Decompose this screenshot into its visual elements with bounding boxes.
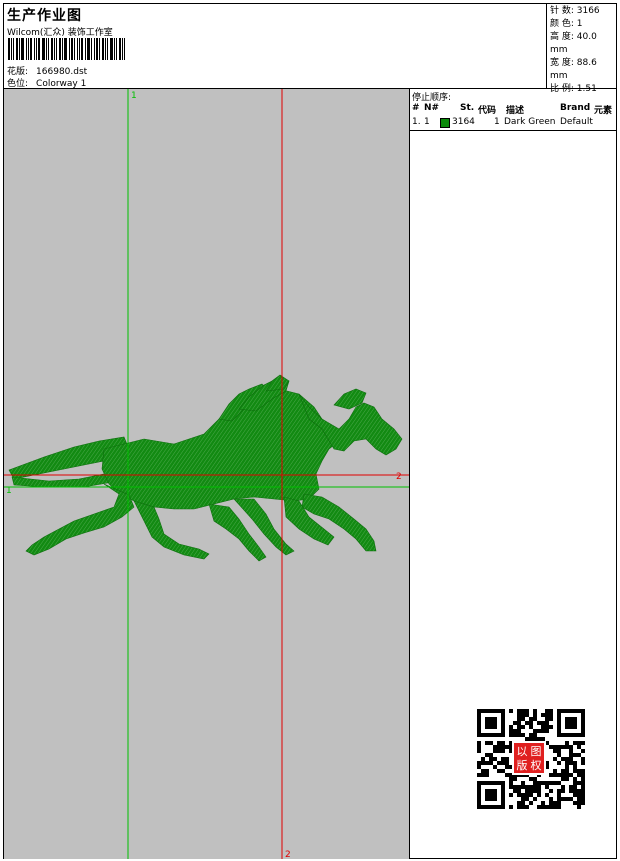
design-preview: 1 1 2 2 <box>4 89 410 859</box>
company-name: Wilcom(汇众) 装饰工作室 <box>7 28 113 38</box>
col-element: 元素 <box>594 106 613 116</box>
col-number: # <box>412 103 420 113</box>
page-title: 生产作业图 <box>7 8 82 24</box>
seal-char: 权 <box>531 759 542 772</box>
stop-sequence-label: 停止顺序: <box>412 93 452 103</box>
col-needle: N# <box>424 103 440 113</box>
barcode <box>8 38 127 60</box>
design-canvas: 1 1 2 2 <box>4 89 409 859</box>
v-red-axis-label: 2 <box>285 850 291 859</box>
stats-panel: 针 数: 3166 颜 色: 1 高 度: 40.0 mm 宽 度: 88.6 … <box>546 4 616 94</box>
row-brand: Default <box>560 117 593 127</box>
header: 生产作业图 Wilcom(汇众) 装饰工作室 花版: 166980.dst 色位:… <box>4 4 616 94</box>
stat-height: 高 度: 40.0 mm <box>550 32 597 55</box>
h-red-axis-label: 2 <box>396 472 402 482</box>
colorway-label: 色位: <box>7 79 29 89</box>
production-sheet: 生产作业图 Wilcom(汇众) 装饰工作室 花版: 166980.dst 色位:… <box>3 3 617 859</box>
col-code: 代码 <box>478 106 497 116</box>
horse-embroidery <box>8 374 403 562</box>
stat-colors: 颜 色: 1 <box>550 19 583 29</box>
row-stitches: 3164 <box>452 117 475 127</box>
color-swatch <box>440 118 450 128</box>
h-green-axis-label: 1 <box>6 486 12 496</box>
seal-char: 版 <box>517 758 528 772</box>
stat-stitches: 针 数: 3166 <box>550 6 600 16</box>
row-description: Dark Green <box>504 117 556 127</box>
table-divider <box>410 130 616 131</box>
col-stitches: St. <box>460 103 475 113</box>
row-number: 1. <box>412 117 421 127</box>
col-brand: Brand <box>560 103 591 113</box>
stop-sequence-header: # N# St. 代码 描述 Brand 元素 <box>412 103 616 116</box>
col-description: 描述 <box>506 106 525 116</box>
qr-code: 以图版权 <box>472 705 590 813</box>
colorway-value: Colorway 1 <box>36 79 87 89</box>
stat-width: 宽 度: 88.6 mm <box>550 58 597 81</box>
row-code: 1 <box>494 117 500 127</box>
v-green-axis-label: 1 <box>131 91 137 101</box>
stop-sequence-panel: 停止顺序: # N# St. 代码 描述 Brand 元素 1. 1 3164 … <box>410 89 616 859</box>
seal-char: 图 <box>531 745 542 758</box>
seal-char: 以 <box>517 745 528 758</box>
colorway-line: 色位: Colorway 1 <box>7 76 86 89</box>
row-needle: 1 <box>424 117 430 127</box>
table-row: 1. 1 3164 1 Dark Green Default <box>412 117 616 129</box>
